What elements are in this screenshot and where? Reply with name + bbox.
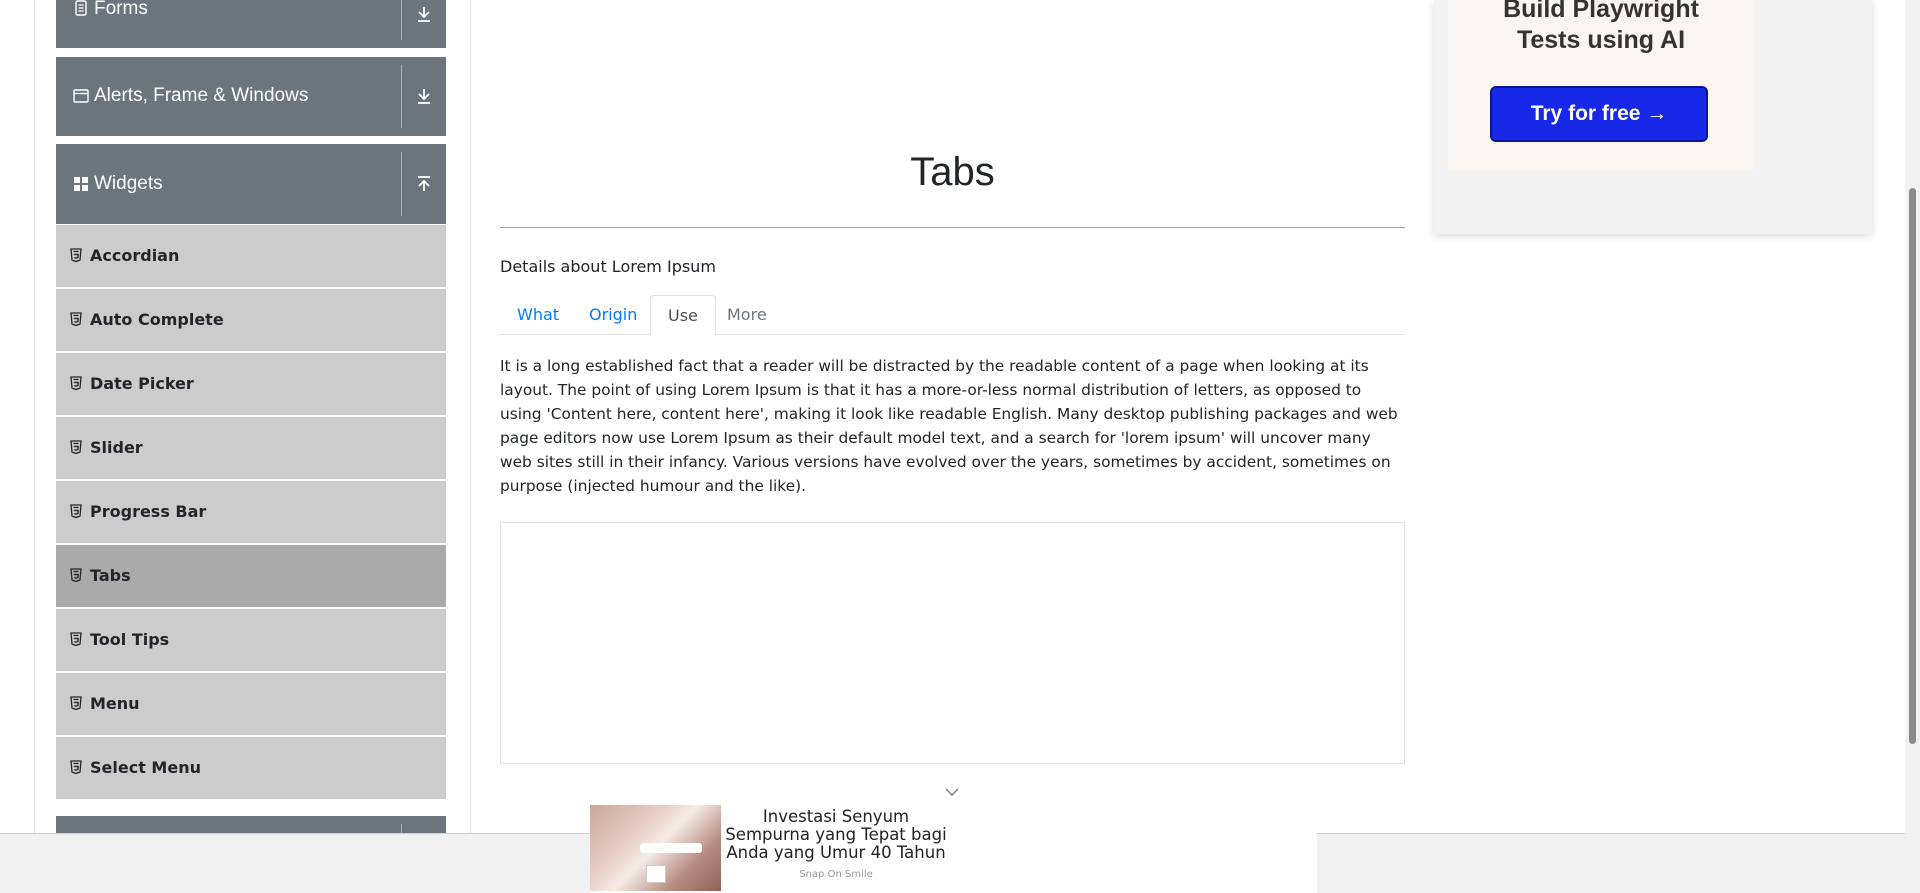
promo-panel: Build Playwright Tests using AI Try for … — [1448, 0, 1754, 170]
html5-icon — [70, 376, 82, 390]
bottom-ad[interactable]: Investasi Senyum Sempurna yang Tepat bag… — [590, 805, 1317, 893]
sidebar-divider — [470, 0, 471, 833]
sidebar-item-tool-tips[interactable]: Tool Tips — [56, 609, 446, 671]
ad-frame — [500, 522, 1405, 764]
left-divider — [34, 0, 35, 833]
sidebar-item-label: Accordian — [90, 246, 180, 265]
html5-icon — [70, 248, 82, 262]
ad-headline[interactable]: Investasi Senyum Sempurna yang Tepat bag… — [721, 808, 951, 862]
group-header-forms[interactable]: Forms — [56, 0, 446, 48]
sidebar-item-label: Slider — [90, 438, 143, 457]
promo-title: Build Playwright Tests using AI — [1448, 0, 1754, 56]
group-header-next[interactable] — [56, 816, 446, 833]
ad-image[interactable] — [590, 805, 721, 891]
scrollbar-thumb[interactable] — [1909, 188, 1916, 744]
expand-icon[interactable] — [410, 0, 438, 28]
promo-title-line2: Tests using AI — [1516, 26, 1686, 54]
ad-logo-icon — [646, 865, 666, 883]
sidebar-item-auto-complete[interactable]: Auto Complete — [56, 289, 446, 351]
form-icon — [75, 0, 87, 16]
tab-what[interactable]: What — [500, 295, 576, 336]
scrollbar[interactable] — [1905, 0, 1920, 893]
group-header-alerts-frame-windows[interactable]: Alerts, Frame & Windows — [56, 57, 446, 136]
group-separator — [401, 152, 402, 216]
ad-brand: Snap On Smile — [799, 869, 873, 880]
group-separator — [401, 0, 402, 40]
sidebar-item-label: Tool Tips — [90, 630, 170, 649]
chevron-down-icon[interactable] — [944, 786, 960, 798]
tab-origin[interactable]: Origin — [572, 295, 654, 336]
html5-icon — [70, 632, 82, 646]
tab-content-use: It is a long established fact that a rea… — [500, 357, 1398, 495]
html5-icon — [70, 760, 82, 774]
sidebar-item-slider[interactable]: Slider — [56, 417, 446, 479]
sidebar-item-menu[interactable]: Menu — [56, 673, 446, 735]
sidebar-item-label: Menu — [90, 694, 140, 713]
sidebar-item-label: Auto Complete — [90, 310, 224, 329]
sidebar-item-tabs[interactable]: Tabs — [56, 545, 446, 607]
tab-bar: What Origin Use More — [500, 295, 1405, 336]
group-header-widgets[interactable]: Widgets — [56, 144, 446, 224]
group-label-alerts: Alerts, Frame & Windows — [94, 85, 309, 106]
group-label-widgets: Widgets — [94, 173, 163, 194]
html5-icon — [70, 312, 82, 326]
sidebar-item-label: Date Picker — [90, 374, 194, 393]
page: Forms Alerts, Frame & Windows Widgets Ac… — [0, 0, 1920, 893]
sidebar-item-label: Tabs — [90, 566, 131, 585]
html5-icon — [70, 568, 82, 582]
sidebar-item-label: Progress Bar — [90, 502, 207, 521]
promo-title-line1: Build Playwright — [1503, 0, 1699, 23]
collapse-icon[interactable] — [410, 170, 438, 198]
sidebar-item-label: Select Menu — [90, 758, 201, 777]
window-icon — [73, 89, 89, 103]
group-separator — [401, 65, 402, 128]
tab-more[interactable]: More — [710, 295, 784, 336]
sidebar-item-accordian[interactable]: Accordian — [56, 225, 446, 287]
html5-icon — [70, 440, 82, 454]
promo-card: Build Playwright Tests using AI Try for … — [1434, 0, 1872, 234]
title-divider — [500, 227, 1405, 228]
sidebar-item-select-menu[interactable]: Select Menu — [56, 737, 446, 799]
tab-use[interactable]: Use — [650, 295, 716, 336]
expand-icon[interactable] — [410, 82, 438, 110]
ad-image-teeth — [640, 843, 702, 853]
sidebar-item-progress-bar[interactable]: Progress Bar — [56, 481, 446, 543]
html5-icon — [70, 696, 82, 710]
page-title: Tabs — [910, 150, 995, 194]
html5-icon — [70, 504, 82, 518]
try-for-free-button[interactable]: Try for free → — [1490, 86, 1708, 142]
sidebar-item-date-picker[interactable]: Date Picker — [56, 353, 446, 415]
sidebar: Forms Alerts, Frame & Windows Widgets Ac… — [56, 0, 446, 833]
details-text: Details about Lorem Ipsum — [500, 257, 716, 276]
group-separator — [401, 824, 402, 833]
widgets-icon — [74, 177, 88, 191]
group-label-forms: Forms — [94, 0, 148, 19]
